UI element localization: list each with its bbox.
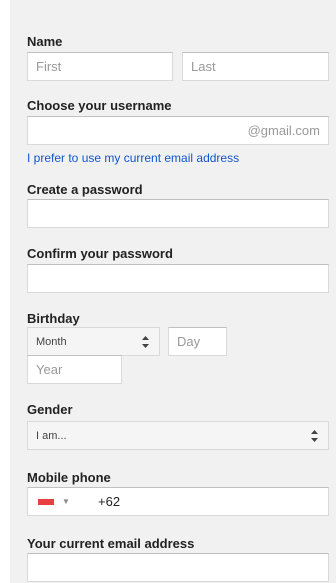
chevron-down-icon[interactable]: ▼ bbox=[62, 497, 70, 507]
confirm-password-label: Confirm your password bbox=[27, 246, 173, 261]
first-name-placeholder: First bbox=[36, 59, 62, 74]
username-input[interactable]: @gmail.com bbox=[27, 116, 329, 145]
select-arrows-icon bbox=[142, 336, 149, 348]
use-current-email-link[interactable]: I prefer to use my current email address bbox=[27, 151, 239, 165]
mobile-phone-input[interactable]: ▼ +62 bbox=[27, 487, 329, 516]
gender-select[interactable]: I am... bbox=[27, 421, 329, 450]
current-email-label: Your current email address bbox=[27, 536, 195, 551]
name-label: Name bbox=[27, 34, 63, 49]
current-email-input[interactable] bbox=[27, 553, 329, 582]
month-selected-value: Month bbox=[36, 336, 67, 348]
birthday-year-input[interactable]: Year bbox=[27, 355, 122, 384]
birthday-month-select[interactable]: Month bbox=[27, 327, 160, 356]
gender-selected-value: I am... bbox=[36, 430, 67, 442]
username-label: Choose your username bbox=[27, 98, 172, 113]
mobile-phone-label: Mobile phone bbox=[27, 470, 111, 485]
birthday-day-input[interactable]: Day bbox=[168, 327, 227, 356]
password-input[interactable] bbox=[27, 199, 329, 228]
select-arrows-icon bbox=[311, 430, 318, 442]
gmail-suffix: @gmail.com bbox=[247, 123, 320, 138]
day-placeholder: Day bbox=[177, 334, 201, 349]
flag-icon[interactable] bbox=[38, 499, 54, 505]
last-name-input[interactable]: Last bbox=[182, 52, 329, 81]
confirm-password-input[interactable] bbox=[27, 264, 329, 293]
password-label: Create a password bbox=[27, 182, 143, 197]
gender-label: Gender bbox=[27, 402, 73, 417]
last-name-placeholder: Last bbox=[191, 59, 216, 74]
year-placeholder: Year bbox=[36, 362, 63, 377]
birthday-label: Birthday bbox=[27, 311, 80, 326]
phone-value: +62 bbox=[98, 494, 121, 509]
first-name-input[interactable]: First bbox=[27, 52, 173, 81]
